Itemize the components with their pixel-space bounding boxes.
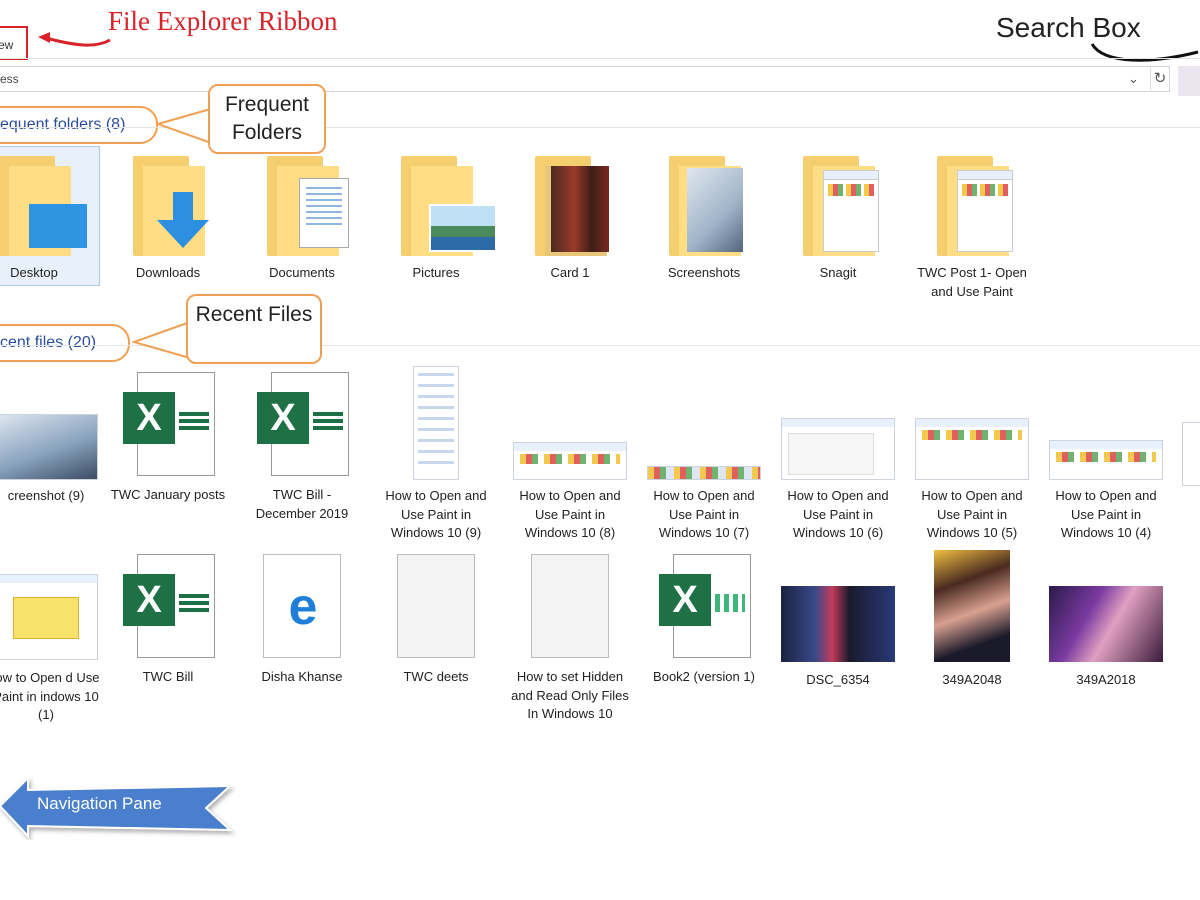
file-item-paint-4[interactable]: How to Open and Use Paint in Windows 10 … (1046, 366, 1166, 543)
address-text: ess (0, 72, 19, 86)
documents-folder-icon (267, 156, 349, 256)
ribbon-view-tab[interactable]: ew (0, 26, 28, 60)
file-item-twc-january-posts[interactable]: X TWC January posts (108, 372, 228, 505)
file-label: How to Open and Use Paint in Windows 10 … (921, 488, 1023, 540)
pictures-folder-icon (401, 156, 497, 256)
screenshot-thumbnail (1049, 440, 1163, 480)
folder-label: Card 1 (550, 265, 590, 280)
file-label: TWC Bill - December 2019 (255, 487, 349, 521)
downloads-folder-icon (133, 156, 209, 256)
screenshot-thumbnail (513, 442, 627, 480)
file-item-paint-9[interactable]: How to Open and Use Paint in Windows 10 … (376, 366, 496, 543)
file-item-dsc-6354[interactable]: DSC_6354 (778, 550, 898, 690)
file-item-screenshot-9[interactable]: creenshot (9) (0, 366, 106, 506)
ribbon-callout-arrow (38, 32, 111, 47)
folder-item-documents[interactable]: Documents (242, 156, 362, 283)
file-item-paint-5[interactable]: How to Open and Use Paint in Windows 10 … (912, 366, 1032, 543)
folder-label: Screenshots (667, 265, 741, 280)
ribbon-divider (0, 58, 1200, 59)
edge-file-icon: e (263, 554, 341, 658)
search-callout-curve (1090, 43, 1199, 62)
blank-file-icon (531, 554, 609, 658)
folder-item-twc-post-1[interactable]: TWC Post 1- Open and Use Paint (912, 156, 1032, 301)
desktop-folder-icon (0, 156, 87, 256)
screenshot-thumbnail (915, 418, 1029, 480)
folder-label: Snagit (819, 265, 857, 280)
file-label: How to Open and Use Paint in Windows 10 … (385, 488, 487, 540)
chevron-down-icon[interactable]: ⌄ (1128, 71, 1139, 87)
partial-thumbnail (1182, 422, 1200, 486)
folder-item-downloads[interactable]: Downloads (108, 156, 228, 283)
file-item-twc-bill-december[interactable]: X TWC Bill - December 2019 (242, 372, 362, 523)
file-item-349a2018[interactable]: 349A2018 (1046, 550, 1166, 690)
screenshot-thumbnail (647, 466, 761, 480)
folder-label: Downloads (135, 265, 201, 280)
ribbon-annotation: File Explorer Ribbon (108, 6, 338, 36)
file-label: DSC_6354 (806, 672, 870, 687)
folder-item-snagit[interactable]: Snagit (778, 156, 898, 283)
navigation-pane-annotation: Navigation Pane (37, 794, 162, 813)
blank-file-icon (397, 554, 475, 658)
folder-label: Pictures (412, 265, 460, 280)
file-label: 349A2048 (942, 672, 1002, 687)
address-bar[interactable] (0, 66, 1170, 92)
frequent-folders-annotation: Frequent Folders (208, 84, 326, 154)
image-thumbnail (0, 414, 98, 480)
file-label: 349A2018 (1076, 672, 1136, 687)
file-label: Disha Khanse (261, 669, 343, 684)
recent-files-annotation: Recent Files (186, 294, 322, 364)
screenshots-folder-icon (669, 156, 743, 256)
folder-item-screenshots[interactable]: Screenshots (644, 156, 764, 283)
file-label: How to Open and Use Paint in Windows 10 … (787, 488, 889, 540)
file-label: TWC January posts (110, 487, 226, 502)
photo-thumbnail (781, 586, 895, 662)
excel-file-icon: X (257, 372, 349, 476)
file-label: low to Open d Use Paint in indows 10 (1) (0, 670, 100, 722)
file-item-paint-8[interactable]: How to Open and Use Paint in Windows 10 … (510, 366, 630, 543)
excel-file-icon: X (659, 554, 751, 658)
file-item-twc-bill[interactable]: X TWC Bill (108, 554, 228, 687)
folder-label: Desktop (10, 265, 58, 280)
photo-folder-icon (535, 156, 609, 256)
file-item-349a2048[interactable]: 349A2048 (912, 550, 1032, 690)
file-label: How to Open and Use Paint in Windows 10 … (653, 488, 755, 540)
search-field[interactable] (1178, 66, 1200, 96)
file-item-twc-deets[interactable]: TWC deets (376, 554, 496, 687)
excel-file-icon: X (123, 372, 215, 476)
refresh-icon[interactable]: ↻ (1150, 68, 1169, 90)
folder-icon (937, 156, 1013, 256)
folder-item-desktop[interactable]: Desktop (0, 156, 94, 283)
folder-label: Documents (269, 265, 335, 280)
file-item-disha-khanse[interactable]: e Disha Khanse (242, 554, 362, 687)
file-item-paint-6[interactable]: How to Open and Use Paint in Windows 10 … (778, 366, 898, 543)
file-label: TWC deets (403, 669, 469, 684)
frequent-folders-header[interactable]: equent folders (8) (0, 116, 125, 134)
recent-callout-pointer (132, 321, 191, 359)
file-label: How to set Hidden and Read Only Files In… (511, 669, 629, 721)
frequent-callout-pointer (156, 107, 215, 145)
file-label: Book2 (version 1) (653, 669, 755, 684)
screenshot-thumbnail (781, 418, 895, 480)
photo-thumbnail (934, 550, 1010, 662)
photo-thumbnail (1049, 586, 1163, 662)
snagit-folder-icon (803, 156, 879, 256)
excel-file-icon: X (123, 554, 215, 658)
folder-item-pictures[interactable]: Pictures (376, 156, 497, 283)
file-item-book2[interactable]: X Book2 (version 1) (644, 554, 764, 687)
screenshot-thumbnail (413, 366, 459, 480)
file-item-paint-7[interactable]: How to Open and Use Paint in Windows 10 … (644, 366, 764, 543)
file-label: creenshot (9) (7, 488, 85, 503)
file-label: TWC Bill (142, 669, 194, 684)
file-label: How to Open and Use Paint in Windows 10 … (1055, 488, 1157, 540)
recent-files-header[interactable]: cent files (20) (0, 334, 96, 352)
file-label: How to Open and Use Paint in Windows 10 … (519, 488, 621, 540)
screenshot-thumbnail (0, 574, 98, 660)
file-item-hidden-read-only[interactable]: How to set Hidden and Read Only Files In… (510, 554, 630, 724)
file-item-paint-1[interactable]: low to Open d Use Paint in indows 10 (1) (0, 550, 106, 725)
folder-label: TWC Post 1- Open and Use Paint (917, 265, 1027, 299)
folder-item-card-1[interactable]: Card 1 (510, 156, 630, 283)
